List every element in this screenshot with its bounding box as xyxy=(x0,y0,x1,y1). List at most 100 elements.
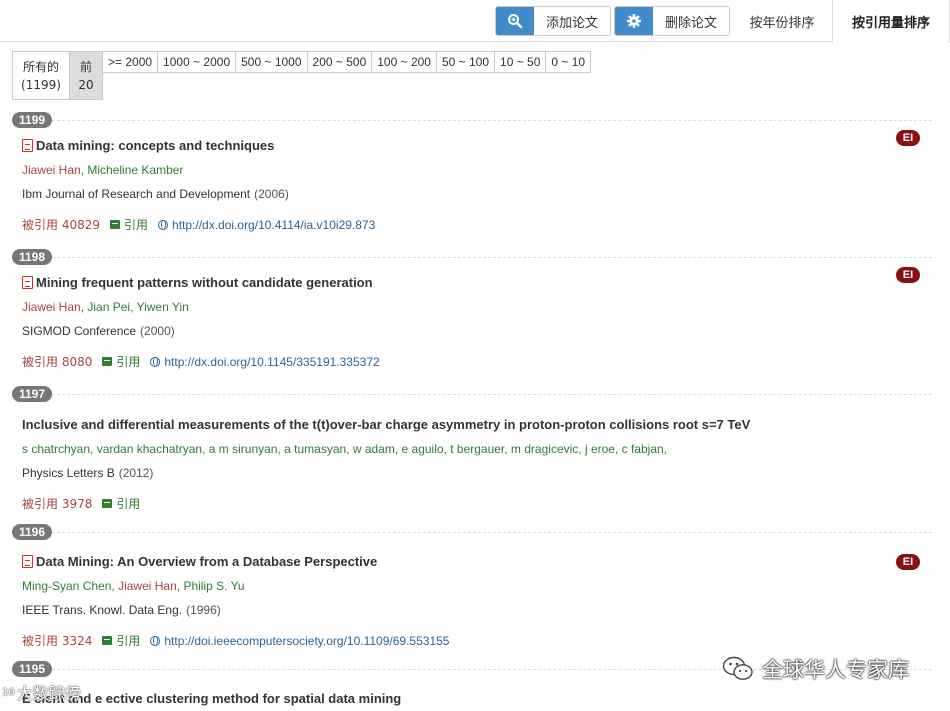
book-icon xyxy=(102,499,113,508)
paper-separator: 1196 xyxy=(12,524,932,540)
doi-text[interactable]: http://dx.doi.org/10.4114/ia.v10i29.873 xyxy=(172,218,375,232)
wechat-icon xyxy=(722,656,753,680)
cite-button[interactable]: 引用 xyxy=(110,216,148,233)
pdf-icon[interactable] xyxy=(22,555,33,568)
book-icon xyxy=(102,357,113,366)
author-link[interactable]: Jiawei Han xyxy=(22,163,81,177)
cite-label: 引用 xyxy=(116,497,141,511)
citation-count[interactable]: 被引用 3978 xyxy=(22,495,92,512)
tab-sort-by-year[interactable]: 按年份排序 xyxy=(732,0,832,42)
paper-authors: s chatrchyan, vardan khachatryan, a m si… xyxy=(22,442,667,456)
venue-year: (1996) xyxy=(186,603,221,617)
ei-badge: EI xyxy=(896,130,920,146)
cite-button[interactable]: 引用 xyxy=(102,353,140,370)
ei-badge: EI xyxy=(896,554,920,570)
watermark-left-small: 10 xyxy=(2,686,15,698)
filter-all-label: 所有的 xyxy=(22,59,59,74)
filter-range-2000-plus[interactable]: >= 2000 xyxy=(102,51,159,73)
pdf-icon[interactable] xyxy=(22,139,33,152)
venue-name: Physics Letters B xyxy=(22,466,115,480)
doi-link[interactable]: http://dx.doi.org/10.1145/335191.335372 xyxy=(150,355,380,369)
author-link[interactable]: Yiwen Yin xyxy=(137,300,189,314)
delete-paper-label: 删除论文 xyxy=(665,15,718,31)
venue-year: (2000) xyxy=(140,324,175,338)
filter-top-label: 前 xyxy=(79,59,92,74)
doi-text[interactable]: http://dx.doi.org/10.1145/335191.335372 xyxy=(164,355,379,369)
citation-count[interactable]: 被引用 3324 xyxy=(22,632,92,649)
paper-title[interactable]: Data mining: concepts and techniques xyxy=(22,138,274,153)
rank-badge: 1198 xyxy=(12,249,53,265)
toolbar: 添加论文 删除论文 按年份排序 按引用量排序 xyxy=(0,0,950,43)
paper-meta: 被引用 3324 引用 http://doi.ieeecomputersocie… xyxy=(22,632,449,649)
tab-sort-by-citation[interactable]: 按引用量排序 xyxy=(832,0,950,43)
globe-icon xyxy=(150,635,161,646)
paper-meta: 被引用 3978 引用 xyxy=(22,495,140,512)
book-icon xyxy=(110,220,120,229)
add-paper-label: 添加论文 xyxy=(546,15,599,31)
paper-authors: Jiawei Han, Micheline Kamber xyxy=(22,163,184,177)
delete-paper-button[interactable]: 删除论文 xyxy=(614,6,731,36)
doi-text[interactable]: http://doi.ieeecomputersociety.org/10.11… xyxy=(164,634,449,648)
cite-button[interactable]: 引用 xyxy=(102,495,140,512)
author-link[interactable]: Micheline Kamber xyxy=(87,163,183,177)
filter-range-500-1000[interactable]: 500 ~ 1000 xyxy=(235,51,308,73)
doi-link[interactable]: http://dx.doi.org/10.4114/ia.v10i29.873 xyxy=(158,218,375,232)
paper-venue: Physics Letters B (2012) xyxy=(22,466,153,480)
citation-count[interactable]: 被引用 40829 xyxy=(22,216,100,233)
cite-label: 引用 xyxy=(116,634,141,648)
paper-venue: SIGMOD Conference (2000) xyxy=(22,324,175,338)
paper-meta: 被引用 40829 引用 http://dx.doi.org/10.4114/i… xyxy=(22,216,375,233)
paper-title[interactable]: Data Mining: An Overview from a Database… xyxy=(22,554,377,569)
paper-separator: 1199 xyxy=(12,112,932,128)
add-paper-button[interactable]: 添加论文 xyxy=(495,6,612,36)
rank-badge: 1196 xyxy=(12,524,53,540)
paper-separator: 1197 xyxy=(12,386,932,402)
book-icon xyxy=(102,636,113,645)
zoom-in-icon xyxy=(496,7,534,35)
paper-title-text[interactable]: Data Mining: An Overview from a Database… xyxy=(36,554,377,569)
cite-label: 引用 xyxy=(124,218,149,232)
citation-filter-bar: 所有的 (1199) 前 20 >= 2000 1000 ~ 2000 500 … xyxy=(12,51,592,100)
venue-name: IEEE Trans. Knowl. Data Eng. xyxy=(22,603,183,617)
venue-year: (2006) xyxy=(254,187,289,201)
filter-range-0-10[interactable]: 0 ~ 10 xyxy=(545,51,592,73)
paper-venue: Ibm Journal of Research and Development(… xyxy=(22,187,289,201)
filter-all[interactable]: 所有的 (1199) xyxy=(12,51,70,100)
paper-separator: 1198 xyxy=(12,249,932,265)
paper-title-text[interactable]: Inclusive and differential measurements … xyxy=(22,417,750,432)
author-link[interactable]: Philip S. Yu xyxy=(183,579,244,593)
venue-name: SIGMOD Conference xyxy=(22,324,137,338)
paper-title-text[interactable]: Data mining: concepts and techniques xyxy=(36,138,274,153)
globe-icon xyxy=(158,219,169,230)
filter-range-50-100[interactable]: 50 ~ 100 xyxy=(435,51,496,73)
filter-range-100-200[interactable]: 100 ~ 200 xyxy=(371,51,437,73)
paper-meta: 被引用 8080 引用 http://dx.doi.org/10.1145/33… xyxy=(22,353,380,370)
author-link[interactable]: Jian Pei xyxy=(87,300,130,314)
filter-top-count: 20 xyxy=(78,77,94,92)
author-link[interactable]: Ming-Syan Chen xyxy=(22,579,111,593)
doi-link[interactable]: http://doi.ieeecomputersociety.org/10.11… xyxy=(150,634,449,648)
filter-range-10-50[interactable]: 10 ~ 50 xyxy=(494,51,547,73)
rank-badge: 1195 xyxy=(12,661,53,677)
paper-title-text[interactable]: Mining frequent patterns without candida… xyxy=(36,275,373,290)
filter-all-count: (1199) xyxy=(21,77,61,92)
venue-name: Ibm Journal of Research and Development xyxy=(22,187,251,201)
paper-authors: Jiawei Han, Jian Pei, Yiwen Yin xyxy=(22,300,189,314)
cite-label: 引用 xyxy=(116,355,141,369)
rank-badge: 1199 xyxy=(12,112,53,128)
citation-count[interactable]: 被引用 8080 xyxy=(22,353,92,370)
cite-button[interactable]: 引用 xyxy=(102,632,140,649)
pdf-icon[interactable] xyxy=(22,276,33,289)
watermark-left: 10 大数踪傍 xyxy=(2,680,81,704)
filter-range-1000-2000[interactable]: 1000 ~ 2000 xyxy=(157,51,237,73)
author-link[interactable]: Jiawei Han xyxy=(118,579,177,593)
filter-top[interactable]: 前 20 xyxy=(69,51,103,100)
paper-title[interactable]: Mining frequent patterns without candida… xyxy=(22,275,373,290)
author-link[interactable]: Jiawei Han xyxy=(22,300,81,314)
filter-range-200-500[interactable]: 200 ~ 500 xyxy=(306,51,373,73)
paper-title[interactable]: Inclusive and differential measurements … xyxy=(22,417,750,432)
venue-year: (2012) xyxy=(118,466,154,480)
ei-badge: EI xyxy=(896,267,920,283)
watermark-right: 全球华人专家库 xyxy=(722,654,909,684)
author-list[interactable]: s chatrchyan, vardan khachatryan, a m si… xyxy=(22,442,667,456)
